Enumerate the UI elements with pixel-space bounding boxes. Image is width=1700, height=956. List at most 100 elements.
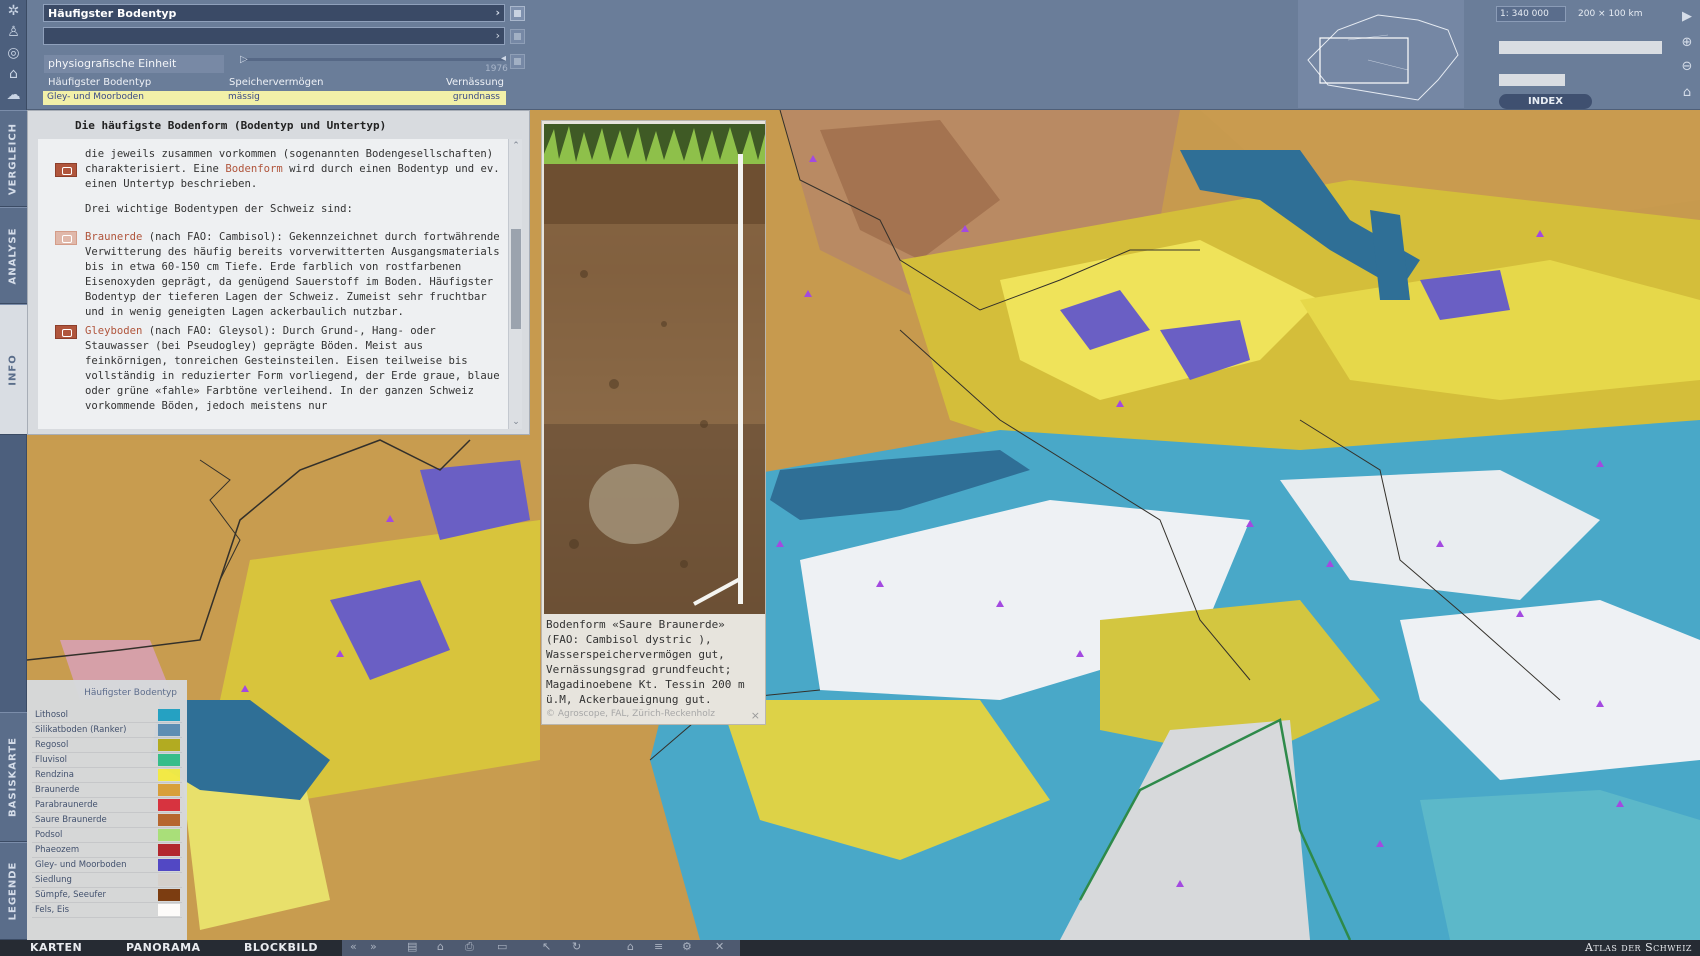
camera-icon[interactable] — [55, 325, 77, 339]
slider-end-icon[interactable]: ◂ — [501, 53, 506, 64]
export-icon[interactable]: ▭ — [497, 940, 507, 953]
left-rail: ✲ ♙ ◎ ⌂ ☁ VERGLEICH ANALYSE INFO BASISKA… — [0, 0, 27, 940]
legend-item-label: Lithosol — [35, 710, 69, 720]
legend-swatch — [158, 709, 180, 721]
cursor-icon[interactable]: ↖ — [542, 940, 551, 953]
settings-icon[interactable]: ⚙ — [682, 940, 692, 953]
back-icon[interactable]: « — [350, 940, 357, 953]
info-panel: Die häufigste Bodenform (Bodentyp und Un… — [27, 110, 530, 435]
legend-item[interactable]: Podsol — [32, 828, 182, 843]
tab-basiskarte[interactable]: BASISKARTE — [0, 712, 27, 842]
legend-item[interactable]: Parabraunerde — [32, 798, 182, 813]
tab-vergleich[interactable]: VERGLEICH — [0, 110, 27, 207]
globe-icon[interactable]: ◎ — [4, 45, 23, 62]
person-icon[interactable]: ♙ — [4, 24, 23, 41]
legend-item[interactable]: Rendzina — [32, 768, 182, 783]
info-scrollbar[interactable]: ⌃ ⌄ — [508, 139, 522, 429]
cloud-icon[interactable]: ☁ — [4, 87, 23, 104]
scale-bar — [1499, 74, 1565, 86]
legend-swatch — [158, 859, 180, 871]
zoom-out-icon[interactable]: ⊖ — [1678, 58, 1696, 76]
slider-track — [244, 58, 506, 61]
legend-item[interactable]: Braunerde — [32, 783, 182, 798]
scale-input[interactable]: 1: 340 000 — [1496, 6, 1566, 22]
info-paragraph-4: Gleyboden (nach FAO: Gleysol): Durch Gru… — [85, 324, 505, 414]
legend-swatch — [158, 844, 180, 856]
photo-popup: Bodenform «Saure Braunerde» (FAO: Cambis… — [541, 120, 766, 725]
index-button[interactable]: INDEX — [1499, 94, 1592, 109]
list-icon[interactable]: ≡ — [654, 940, 663, 953]
p4-text: (nach FAO: Gleysol): Durch Grund-, Hang-… — [85, 325, 500, 412]
scale-panel: 1: 340 000 200 × 100 km INDEX — [1496, 6, 1666, 109]
legend-item[interactable]: Siedlung — [32, 873, 182, 888]
overview-minimap[interactable] — [1298, 0, 1464, 108]
legend-item-label: Fels, Eis — [35, 905, 70, 915]
attribute-values: Gley- und Moorboden mässig grundnass — [43, 91, 506, 105]
year-label: 1976 — [485, 64, 508, 74]
unit-label: physiografische Einheit — [44, 55, 224, 73]
theme-selector[interactable]: Häufigster Bodentyp › — [43, 4, 505, 22]
nav-panorama[interactable]: PANORAMA — [126, 941, 201, 954]
legend-item-label: Podsol — [35, 830, 63, 840]
legend-swatch — [158, 754, 180, 766]
forward-icon[interactable]: » — [370, 940, 377, 953]
legend-item[interactable]: Gley- und Moorboden — [32, 858, 182, 873]
extent-label: 200 × 100 km — [1578, 9, 1643, 19]
building-icon[interactable]: ⌂ — [4, 66, 23, 83]
photo-credit: © Agroscope, FAL, Zürich-Reckenholz — [546, 709, 715, 719]
value-waterlogging: grundnass — [452, 92, 500, 102]
gleyboden-link[interactable]: Gleyboden — [85, 325, 142, 337]
legend-swatch — [158, 814, 180, 826]
legend-swatch — [158, 739, 180, 751]
settings-icon[interactable]: ✲ — [4, 3, 23, 20]
nav-karten[interactable]: KARTEN — [30, 941, 82, 954]
document-icon[interactable]: ▤ — [407, 940, 417, 953]
subtheme-selector[interactable]: › — [43, 27, 505, 45]
camera-icon[interactable] — [55, 231, 77, 245]
legend-item[interactable]: Phaeozem — [32, 843, 182, 858]
chevron-right-icon: › — [495, 29, 500, 42]
close-icon[interactable]: ✕ — [715, 940, 724, 953]
tab-analyse[interactable]: ANALYSE — [0, 207, 27, 304]
pointer-icon[interactable]: ▶ — [1678, 8, 1696, 26]
header-waterlogging: Vernässung — [445, 77, 504, 88]
search-field[interactable] — [1499, 41, 1662, 54]
legend-item-label: Phaeozem — [35, 845, 80, 855]
legend-item-label: Gley- und Moorboden — [35, 860, 127, 870]
legend-swatch — [158, 799, 180, 811]
legend-item[interactable]: Regosol — [32, 738, 182, 753]
scroll-thumb[interactable] — [511, 229, 521, 329]
legend-item-label: Parabraunerde — [35, 800, 98, 810]
rotate-icon[interactable]: ↻ — [572, 940, 581, 953]
lock-icon[interactable]: ⌂ — [437, 940, 444, 953]
time-options-button[interactable] — [510, 54, 525, 69]
home-icon[interactable]: ⌂ — [627, 940, 634, 953]
legend-item[interactable]: Saure Braunerde — [32, 813, 182, 828]
close-icon[interactable]: × — [751, 709, 760, 722]
legend-item[interactable]: Fels, Eis — [32, 903, 182, 918]
tab-label: INFO — [7, 353, 19, 386]
legend-item[interactable]: Silikatboden (Ranker) — [32, 723, 182, 738]
play-icon[interactable]: ▷ — [240, 54, 248, 65]
time-slider[interactable]: ▷ ◂ — [240, 53, 506, 65]
theme-options-button[interactable] — [510, 6, 525, 21]
info-book-icon[interactable] — [55, 163, 77, 177]
legend-item[interactable]: Fluvisol — [32, 753, 182, 768]
print-icon[interactable]: ⎙ — [465, 940, 474, 954]
bodenform-link[interactable]: Bodenform — [225, 163, 282, 175]
braunerde-link[interactable]: Braunerde — [85, 231, 142, 243]
attribute-headers: Häufigster Bodentyp Speichervermögen Ver… — [44, 77, 506, 90]
subtheme-options-button[interactable] — [510, 29, 525, 44]
legend-swatch — [158, 829, 180, 841]
legend-swatch — [158, 889, 180, 901]
legend-item[interactable]: Lithosol — [32, 708, 182, 723]
legend-item[interactable]: Sümpfe, Seeufer — [32, 888, 182, 903]
legend-swatch — [158, 784, 180, 796]
zoom-in-icon[interactable]: ⊕ — [1678, 34, 1696, 52]
scroll-up-icon[interactable]: ⌃ — [511, 141, 521, 151]
nav-blockbild[interactable]: BLOCKBILD — [244, 941, 318, 954]
tab-info[interactable]: INFO — [0, 304, 27, 435]
tab-legende[interactable]: LEGENDE — [0, 842, 27, 940]
annotation-icon[interactable]: ⌂ — [1678, 84, 1696, 102]
scroll-down-icon[interactable]: ⌄ — [511, 417, 521, 427]
